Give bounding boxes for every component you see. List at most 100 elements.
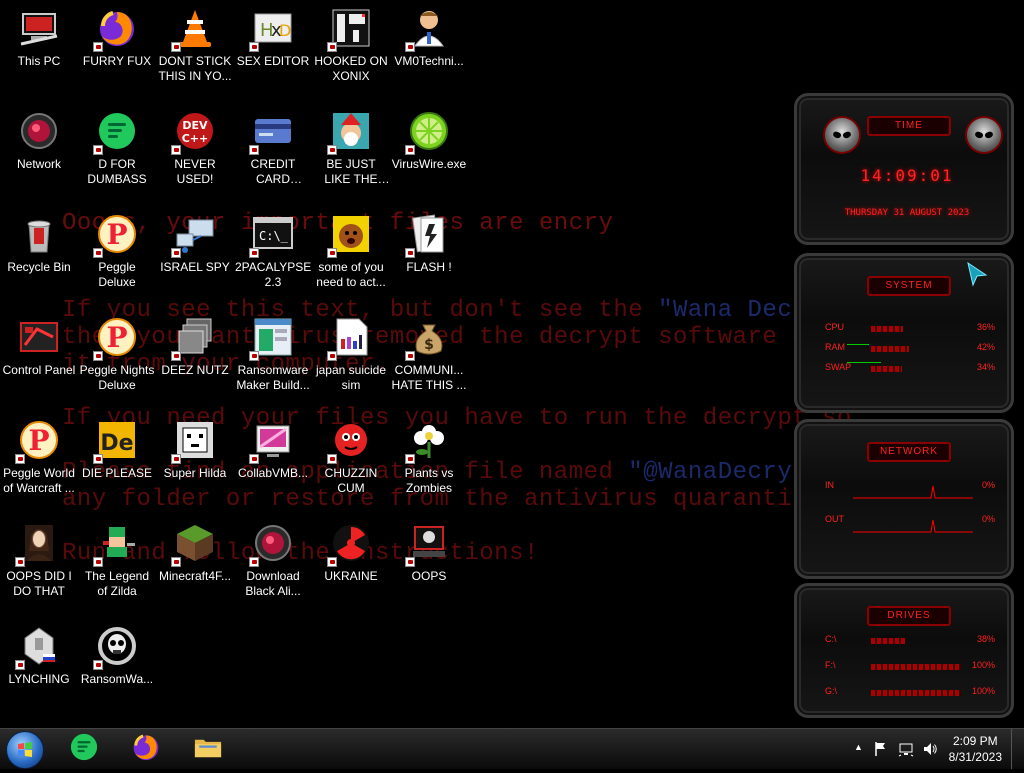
taskbar-clock[interactable]: 2:09 PM 8/31/2023 xyxy=(949,733,1002,765)
stat-name: F:\ xyxy=(825,660,836,670)
desktop-icon-label: CREDIT CARD CHECKER xyxy=(250,157,296,186)
network-graph-icon xyxy=(853,485,973,499)
desktop-icon[interactable]: C:\_ 2PACALYPSE 2.3 xyxy=(234,206,312,302)
desktop-icon[interactable]: FLASH ! xyxy=(390,206,468,302)
desktop-icon[interactable]: CollabVMB... xyxy=(234,412,312,508)
volume-icon[interactable] xyxy=(922,741,938,757)
svg-text:De: De xyxy=(100,431,133,456)
shortcut-arrow-icon xyxy=(93,145,103,155)
discord-pinned[interactable] xyxy=(56,729,112,769)
firefox-pinned[interactable] xyxy=(118,729,174,769)
desktop-icon[interactable]: P Peggle World of Warcraft ... xyxy=(0,412,78,508)
desktop-icon[interactable]: P Peggle Nights Deluxe xyxy=(78,309,156,405)
desktop-icon[interactable]: The Legend of Zilda xyxy=(78,515,156,611)
stat-percent: 0% xyxy=(981,480,995,490)
desktop-icon[interactable]: Ransomware Maker Build... xyxy=(234,309,312,405)
desktop-icon[interactable]: Recycle Bin xyxy=(0,206,78,302)
desktop-icon[interactable]: Super Hilda xyxy=(156,412,234,508)
shortcut-arrow-icon xyxy=(93,557,103,567)
desktop-icon-label: CHUZZIN CUM xyxy=(324,466,378,495)
desktop-icon[interactable]: Network xyxy=(0,103,78,199)
shortcut-arrow-icon xyxy=(93,248,103,258)
desktop-icon[interactable]: CREDIT CARD CHECKER xyxy=(234,103,312,199)
discord-green-icon xyxy=(68,731,100,768)
start-button[interactable] xyxy=(6,731,44,769)
ram-graph-line xyxy=(847,344,869,345)
system-gadget-title: SYSTEM xyxy=(867,276,951,296)
shortcut-arrow-icon xyxy=(171,454,181,464)
desktop-icon-label: Download Black Ali... xyxy=(245,569,301,598)
svg-text:P: P xyxy=(106,218,127,251)
desktop-icon[interactable]: DONT STICK THIS IN YO... xyxy=(156,0,234,96)
shortcut-arrow-icon xyxy=(327,557,337,567)
stat-percent: 100% xyxy=(971,686,995,696)
desktop-icon-label: Network xyxy=(16,157,61,171)
shortcut-arrow-icon xyxy=(15,660,25,670)
alien-orb-icon xyxy=(249,519,297,567)
network-status-icon[interactable] xyxy=(898,741,914,757)
desktop-icon[interactable]: This PC xyxy=(0,0,78,96)
desktop-icon[interactable]: Minecraft4F... xyxy=(156,515,234,611)
desktop-icon[interactable]: D FOR DUMBASS xyxy=(78,103,156,199)
shortcut-arrow-icon xyxy=(249,454,259,464)
stat-percent: 0% xyxy=(981,514,995,524)
hxd-editor-icon: HxD xyxy=(249,4,297,52)
desktop-icon-label: some of you need to act... xyxy=(316,260,386,289)
devcpp-icon: DEV C++ xyxy=(171,107,219,155)
desktop-icon[interactable]: RansomWa... xyxy=(78,618,156,714)
network-gadget[interactable]: NETWORK IN 0% OUT 0% xyxy=(794,419,1014,579)
desktop-icon-label: SEX EDITOR xyxy=(236,54,310,68)
shortcut-arrow-icon xyxy=(93,454,103,464)
drives-gadget[interactable]: DRIVES C:\ 38% F:\ 100% G:\ 100% xyxy=(794,583,1014,718)
time-gadget-date: THURSDAY 31 AUGUST 2023 xyxy=(844,208,970,218)
stat-bar xyxy=(871,346,909,352)
desktop-icon[interactable]: japan suicide sim xyxy=(312,309,390,405)
time-gadget[interactable]: TIME 14:09:01 THURSDAY 31 AUGUST 2023 xyxy=(794,93,1014,245)
stacked-windows-icon xyxy=(171,313,219,361)
desktop-icon[interactable]: VM0Techni... xyxy=(390,0,468,96)
peggle-icon: P xyxy=(93,210,141,258)
desktop-icon[interactable]: De DIE PLEASE xyxy=(78,412,156,508)
desktop-icon[interactable]: BE JUST LIKE THE DUDE! xyxy=(312,103,390,199)
desktop-icon[interactable]: OOPS DID I DO THAT xyxy=(0,515,78,611)
shortcut-arrow-icon xyxy=(405,248,415,258)
desktop-icon[interactable]: OOPS xyxy=(390,515,468,611)
desktop-icon[interactable]: ISRAEL SPY xyxy=(156,206,234,302)
stat-percent: 100% xyxy=(971,660,995,670)
desktop-icon[interactable]: FURRY FUX xyxy=(78,0,156,96)
stat-name: CPU xyxy=(825,322,845,332)
svg-text:P: P xyxy=(28,424,49,457)
desktop-icon[interactable]: DEV C++ NEVER USED! xyxy=(156,103,234,199)
alien-head-icon xyxy=(823,116,861,154)
shortcut-arrow-icon xyxy=(327,454,337,464)
desktop-icon-label: HOOKED ON XONIX xyxy=(314,54,388,83)
desktop-icon[interactable]: P Peggle Deluxe xyxy=(78,206,156,302)
desktop-icon[interactable]: Hx D SEX EDITOR xyxy=(234,0,312,96)
skull-laptop-icon xyxy=(405,519,453,567)
desktop-icon[interactable]: $ COMMUNI... HATE THIS ... xyxy=(390,309,468,405)
desktop-icon[interactable]: Download Black Ali... xyxy=(234,515,312,611)
shortcut-arrow-icon xyxy=(15,454,25,464)
svg-text:C++: C++ xyxy=(182,132,209,145)
desktop-icon[interactable]: CHUZZIN CUM xyxy=(312,412,390,508)
desktop-icon-label: NEVER USED! xyxy=(174,157,216,186)
svg-text:C:\_: C:\_ xyxy=(259,229,289,243)
flower-icon xyxy=(405,416,453,464)
action-center-flag-icon[interactable] xyxy=(874,741,888,757)
desktop-icon-label: Recycle Bin xyxy=(7,260,71,274)
desktop-icon[interactable]: DEEZ NUTZ xyxy=(156,309,234,405)
desktop-icon[interactable]: Control Panel xyxy=(0,309,78,405)
explorer-pinned[interactable] xyxy=(180,729,236,769)
system-tray: ▲ xyxy=(850,729,940,769)
show-hidden-icons-arrow[interactable]: ▲ xyxy=(854,742,863,752)
desktop-icon[interactable]: LYNCHING xyxy=(0,618,78,714)
desktop-icon[interactable]: some of you need to act... xyxy=(312,206,390,302)
desktop-icon[interactable]: UKRAINE xyxy=(312,515,390,611)
desktop-icon[interactable]: HOOKED ON XONIX xyxy=(312,0,390,96)
stat-name: RAM xyxy=(825,342,845,352)
show-desktop-button[interactable] xyxy=(1011,729,1024,769)
desktop-icon[interactable]: VirusWire.exe xyxy=(390,103,468,199)
shortcut-arrow-icon xyxy=(93,660,103,670)
desktop-icon[interactable]: Plants vs Zombies xyxy=(390,412,468,508)
desktop-icon-label: Minecraft4F... xyxy=(158,569,232,583)
